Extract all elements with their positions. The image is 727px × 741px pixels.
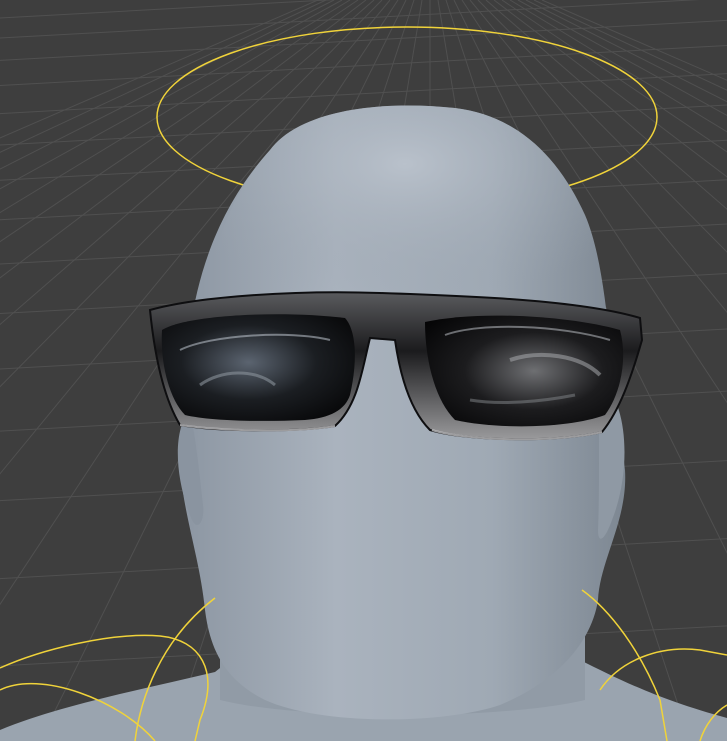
3d-viewport[interactable] bbox=[0, 0, 727, 741]
grid-line bbox=[0, 19, 727, 61]
left-lens bbox=[161, 314, 355, 421]
viewport-canvas[interactable] bbox=[0, 0, 727, 741]
